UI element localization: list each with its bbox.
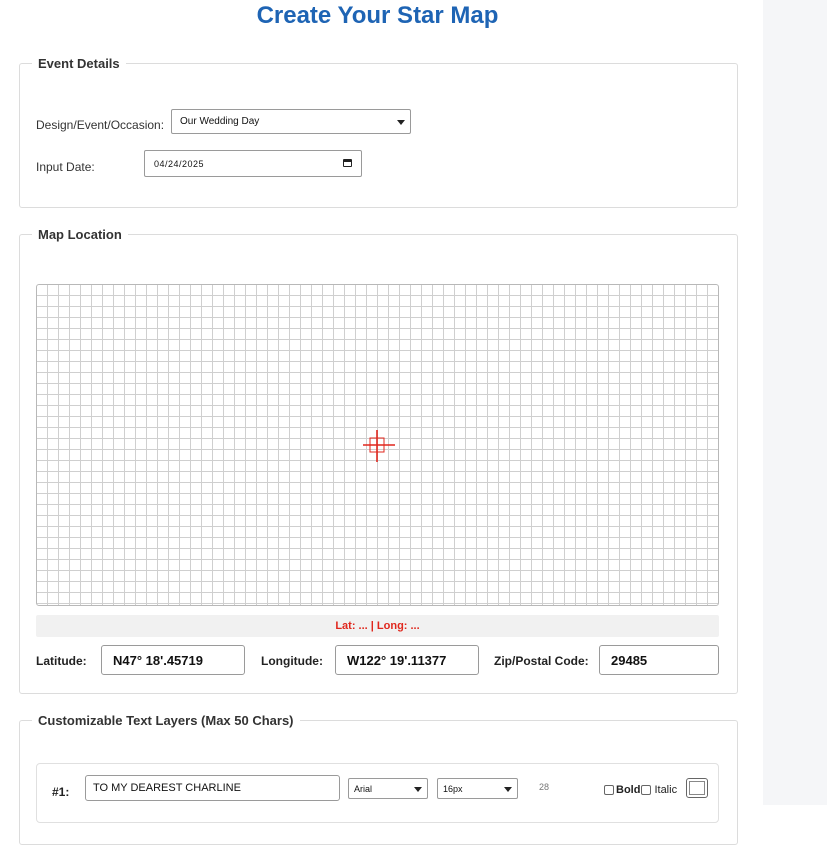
chevron-down-icon [414, 786, 422, 792]
layer-number-label: #1: [52, 785, 70, 799]
latitude-value: N47° 18'.45719 [113, 652, 203, 668]
zip-value: 29485 [611, 652, 648, 668]
bold-checkbox[interactable] [604, 785, 614, 796]
layer-text-value: TO MY DEAREST CHARLINE [93, 782, 241, 794]
page-title: Create Your Star Map [256, 2, 499, 29]
longitude-label: Longitude: [261, 654, 323, 668]
layer-color-picker[interactable] [686, 778, 708, 798]
bold-label: Bold [616, 784, 641, 796]
coords-readout: Lat: ... | Long: ... [36, 615, 719, 637]
occasion-value: Our Wedding Day [180, 116, 260, 127]
occasion-select[interactable]: Our Wedding Day [171, 109, 411, 134]
latitude-label: Latitude: [36, 654, 87, 668]
latitude-input[interactable]: N47° 18'.45719 [101, 645, 245, 675]
date-value: 04/24/2025 [154, 158, 205, 169]
event-details-legend: Event Details [38, 56, 120, 71]
longitude-value: W122° 19'.11377 [347, 652, 447, 668]
layer-size-value: 16px [443, 783, 463, 794]
occasion-label: Design/Event/Occasion: [36, 118, 165, 132]
layer-text-input[interactable]: TO MY DEAREST CHARLINE [85, 775, 340, 801]
longitude-input[interactable]: W122° 19'.11377 [335, 645, 479, 675]
map-location-legend: Map Location [38, 227, 122, 242]
crosshair-icon[interactable] [363, 430, 395, 462]
zip-input[interactable]: 29485 [599, 645, 719, 675]
layer-font-select[interactable]: Arial [348, 778, 428, 799]
date-label: Input Date: [36, 160, 95, 174]
right-side-panel [763, 0, 827, 805]
layer-font-value: Arial [354, 783, 373, 794]
layer-char-count: 28 [539, 782, 550, 792]
zip-label: Zip/Postal Code: [494, 654, 589, 668]
italic-checkbox[interactable] [641, 785, 652, 796]
date-input[interactable]: 04/24/2025 [144, 150, 362, 177]
italic-label: Italic [654, 784, 678, 796]
calendar-icon[interactable] [343, 159, 352, 167]
text-layers-legend: Customizable Text Layers (Max 50 Chars) [38, 713, 294, 728]
color-swatch [689, 781, 705, 795]
layer-size-select[interactable]: 16px [437, 778, 518, 799]
chevron-down-icon [504, 786, 512, 792]
chevron-down-icon [397, 119, 405, 125]
bold-option[interactable]: Bold Italic [604, 784, 677, 796]
